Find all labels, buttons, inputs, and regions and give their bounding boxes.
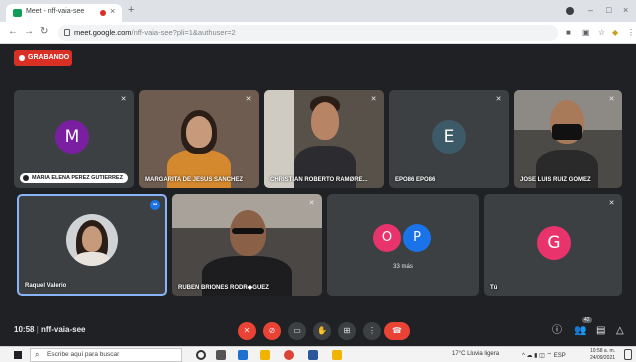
mic-toggle-button[interactable]: ✕ (238, 322, 256, 340)
mic-off-icon: ✕ (608, 96, 615, 103)
more-participants-tile[interactable]: O P 33 más (327, 194, 479, 296)
participant-tile[interactable]: ✕ RUBEN BRIONES RODR◆GUEZ (172, 194, 322, 296)
glasses (232, 228, 264, 234)
record-dot-icon (19, 55, 25, 61)
participant-tile[interactable]: ✕ CHRISTIAN ROBERTO RAMØRE... (264, 90, 384, 188)
mic-off-icon: ✕ (608, 200, 615, 207)
avatar: M (55, 120, 89, 154)
browser-profile-icon[interactable] (566, 7, 574, 15)
cast-icon[interactable]: ▣ (582, 28, 590, 38)
pinned-app-icon[interactable] (332, 350, 342, 360)
raise-hand-button[interactable]: ✋ (313, 322, 331, 340)
self-tile[interactable]: ✕ G Tú (484, 194, 622, 296)
windows-taskbar: ⌕ Escribe aquí para buscar 17°C Lluvia l… (0, 346, 636, 362)
participant-name: CHRISTIAN ROBERTO RAMØRE... (270, 177, 368, 183)
address-bar[interactable]: meet.google.com/nff-vaia-see?pli=1&authu… (58, 25, 558, 41)
meeting-details-icon[interactable]: ⓘ (552, 322, 562, 340)
taskbar-clock[interactable]: 10:58 a. m. 24/09/2021 (590, 348, 615, 362)
browser-toolbar: ← → ↻ meet.google.com/nff-vaia-see?pli=1… (0, 22, 636, 44)
meeting-info: 10:58 | nff-vaia-see (14, 325, 86, 334)
camera-permission-icon[interactable]: ■ (566, 28, 571, 38)
mic-off-icon: ✕ (120, 96, 127, 103)
browser-tab[interactable]: Meet - nff-vaia-see × (6, 4, 122, 22)
participant-tile[interactable]: ✕ M MARIA ELENA PEREZ GUTIERREZ (14, 90, 134, 188)
search-placeholder: Escribe aquí para buscar (47, 351, 120, 358)
avatar: P (403, 224, 431, 252)
recording-indicator-icon (100, 10, 106, 16)
task-view-icon[interactable] (216, 350, 226, 360)
notifications-icon[interactable] (624, 349, 632, 360)
word-icon[interactable] (308, 350, 318, 360)
recording-badge: GRABANDO (14, 50, 72, 66)
avatar: O (373, 224, 401, 252)
activities-icon[interactable]: △ (616, 322, 624, 340)
minimize-icon[interactable]: – (588, 5, 593, 15)
system-tray-icons[interactable]: ^ ☁ ▮ ◫ ⌔ ESP (522, 351, 566, 359)
participants-count-badge: 42 (582, 317, 592, 323)
end-call-button[interactable]: ☎ (384, 322, 410, 340)
face-mask (552, 124, 582, 140)
forward-icon[interactable]: → (24, 26, 34, 38)
participant-tile[interactable]: ✕ MARGARITA DE JESUS SANCHEZ (139, 90, 259, 188)
edge-icon[interactable] (238, 350, 248, 360)
presenting-icon (23, 175, 29, 181)
avatar: G (537, 226, 571, 260)
avatar (66, 214, 118, 266)
participant-tile[interactable]: ✕ JOSE LUIS RUIZ GOMEZ (514, 90, 622, 188)
close-tab-icon[interactable]: × (110, 6, 115, 16)
meet-stage: GRABANDO ✕ M MARIA ELENA PEREZ GUTIERREZ… (0, 44, 636, 346)
url-text: meet.google.com/nff-vaia-see?pli=1&authu… (74, 28, 236, 37)
meeting-controls: 10:58 | nff-vaia-see ✕ ⊘ ▭ ✋ ⊞ ⋮ ☎ ⓘ 👥 4… (0, 316, 636, 346)
participant-tile-speaking[interactable]: ▪▪ Raquel Valerio (17, 194, 167, 296)
captions-button[interactable]: ▭ (288, 322, 306, 340)
lock-icon (64, 29, 70, 36)
participant-name: Tú (490, 285, 498, 291)
tab-title: Meet - nff-vaia-see (26, 8, 85, 15)
chat-icon[interactable]: ▤ (596, 322, 605, 340)
file-explorer-icon[interactable] (260, 350, 270, 360)
taskbar-search[interactable]: ⌕ Escribe aquí para buscar (30, 348, 182, 362)
participant-name: EPO86 EPO86 (395, 177, 436, 183)
maximize-icon[interactable]: □ (606, 5, 611, 15)
menu-kebab-icon[interactable]: ⋮ (627, 28, 635, 38)
camera-toggle-button[interactable]: ⊘ (263, 322, 281, 340)
mic-off-icon: ✕ (370, 96, 377, 103)
more-options-button[interactable]: ⋮ (363, 322, 381, 340)
back-icon[interactable]: ← (8, 26, 18, 38)
reload-icon[interactable]: ↻ (40, 26, 48, 38)
participant-name: Raquel Valerio (25, 283, 67, 289)
avatar: E (432, 120, 466, 154)
chrome-icon[interactable] (284, 350, 294, 360)
browser-tab-strip: Meet - nff-vaia-see × + – □ × (0, 0, 636, 22)
close-window-icon[interactable]: × (623, 5, 628, 15)
more-participants-count: 33 más (393, 264, 413, 270)
participant-name: MARIA ELENA PEREZ GUTIERREZ (20, 173, 128, 183)
speaking-indicator-icon: ▪▪ (150, 200, 160, 210)
extension-icon[interactable]: ◆ (612, 28, 618, 38)
bookmark-star-icon[interactable]: ☆ (598, 28, 605, 38)
new-tab-button[interactable]: + (128, 5, 134, 16)
participant-name: MARGARITA DE JESUS SANCHEZ (145, 177, 244, 183)
participant-name: JOSE LUIS RUIZ GOMEZ (520, 177, 591, 183)
windows-start-icon[interactable] (14, 351, 22, 359)
weather-widget[interactable]: 17°C Lluvia ligera (452, 351, 499, 357)
people-icon[interactable]: 👥 (574, 322, 586, 340)
recording-label: GRABANDO (28, 54, 70, 61)
search-icon: ⌕ (35, 350, 40, 359)
mic-off-icon: ✕ (495, 96, 502, 103)
present-button[interactable]: ⊞ (338, 322, 356, 340)
participant-tile[interactable]: ✕ E EPO86 EPO86 (389, 90, 509, 188)
meet-favicon-icon (13, 9, 22, 17)
participant-name: RUBEN BRIONES RODR◆GUEZ (178, 285, 269, 291)
cortana-icon[interactable] (196, 350, 206, 360)
mic-off-icon: ✕ (308, 200, 315, 207)
mic-off-icon: ✕ (245, 96, 252, 103)
